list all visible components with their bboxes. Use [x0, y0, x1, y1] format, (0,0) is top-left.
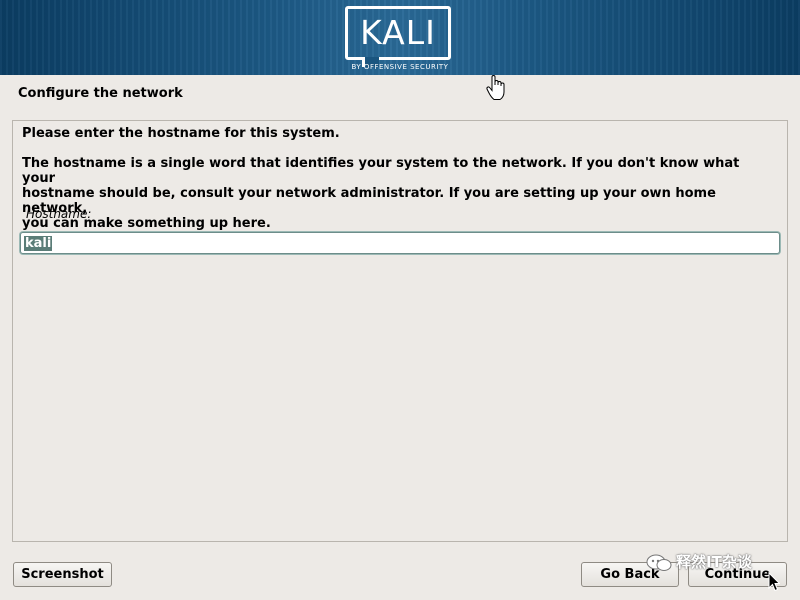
kali-banner: KALI BY OFFENSIVE SECURITY: [0, 0, 800, 75]
logo-text: KALI: [360, 13, 436, 52]
screenshot-button[interactable]: Screenshot: [13, 562, 112, 587]
arrow-pointer-icon: [768, 572, 780, 592]
logo-subtitle: BY OFFENSIVE SECURITY: [351, 63, 449, 71]
watermark: 释然IT杂谈: [646, 552, 752, 572]
chat-bubble-icon: [646, 554, 672, 571]
page-title: Configure the network: [18, 86, 183, 101]
hostname-input[interactable]: kali: [20, 232, 780, 254]
hostname-value: kali: [24, 236, 53, 251]
watermark-text: 释然IT杂谈: [676, 553, 752, 571]
kali-logo: KALI: [345, 6, 451, 67]
hand-pointer-icon: [486, 75, 505, 100]
installer-window: KALI BY OFFENSIVE SECURITY Configure the…: [0, 0, 800, 600]
content-panel: Please enter the hostname for this syste…: [12, 120, 788, 542]
hostname-prompt: Please enter the hostname for this syste…: [22, 126, 340, 141]
hostname-label: Hostname:: [26, 207, 92, 221]
hostname-description: The hostname is a single word that ident…: [22, 156, 740, 231]
